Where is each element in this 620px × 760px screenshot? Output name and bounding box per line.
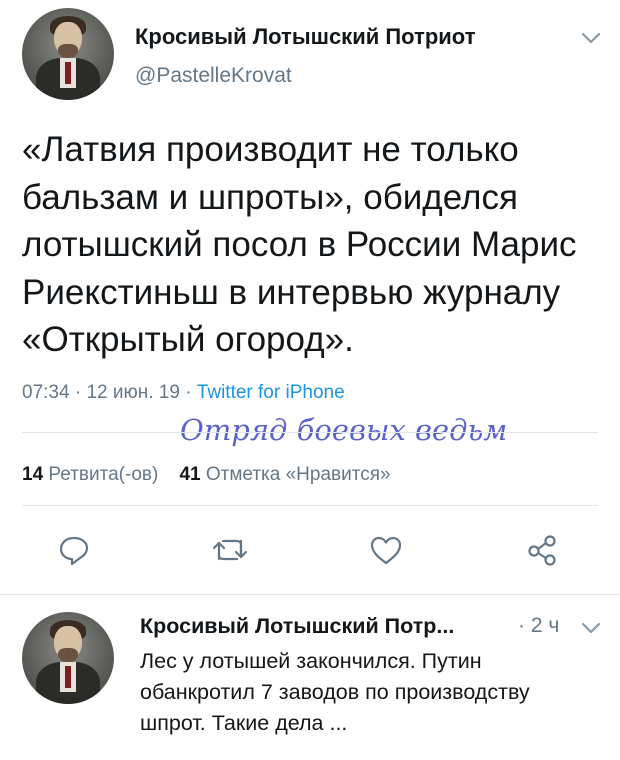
reply-button[interactable] (54, 532, 94, 568)
watermark-text: Отряд боевых ведьм (180, 413, 507, 447)
tweet-client-link[interactable]: Twitter for iPhone (197, 382, 345, 403)
reply-text: Лес у лотышей закончился. Путин обанкрот… (140, 649, 530, 735)
tweet-stats: 14 Ретвита(-ов) 41 Отметка «Нравится» (22, 464, 391, 486)
likes-label[interactable]: Отметка «Нравится» (206, 464, 391, 485)
reply-time-separator: · (518, 614, 525, 637)
author-handle[interactable]: @PastelleKrovat (135, 64, 292, 88)
share-icon (528, 535, 556, 566)
reply-author-avatar[interactable] (22, 612, 114, 704)
tweet-text: «Латвия производит не только бальзам и ш… (22, 130, 577, 359)
retweets-count[interactable]: 14 (22, 464, 43, 485)
retweet-button[interactable] (210, 532, 250, 568)
comment-icon (59, 536, 89, 566)
author-avatar[interactable] (22, 8, 114, 100)
tweet-date[interactable]: 12 июн. 19 (86, 382, 179, 403)
divider (0, 594, 620, 595)
heart-icon (370, 536, 402, 565)
author-name[interactable]: Кросивый Лотышский Потриот (135, 24, 475, 50)
retweet-icon (212, 539, 248, 561)
likes-count[interactable]: 41 (179, 464, 200, 485)
meta-separator: · (185, 382, 192, 403)
divider (22, 505, 598, 506)
reply-time[interactable]: · 2 ч (518, 614, 559, 638)
meta-separator: · (74, 382, 82, 403)
retweets-label[interactable]: Ретвита(-ов) (48, 464, 158, 485)
chevron-down-icon[interactable] (580, 620, 602, 636)
chevron-down-icon[interactable] (580, 30, 602, 46)
divider (22, 432, 598, 433)
reply-time-value: 2 ч (530, 614, 560, 637)
share-button[interactable] (522, 532, 562, 568)
tweet-time[interactable]: 07:34 (22, 382, 70, 403)
like-button[interactable] (366, 532, 406, 568)
watermark-label: Отряд боевых ведьм (180, 413, 507, 447)
tweet-meta: 07:34 · 12 июн. 19 · Twitter for iPhone (22, 382, 345, 404)
reply-author-name[interactable]: Кросивый Лотышский Потр... (140, 614, 454, 639)
